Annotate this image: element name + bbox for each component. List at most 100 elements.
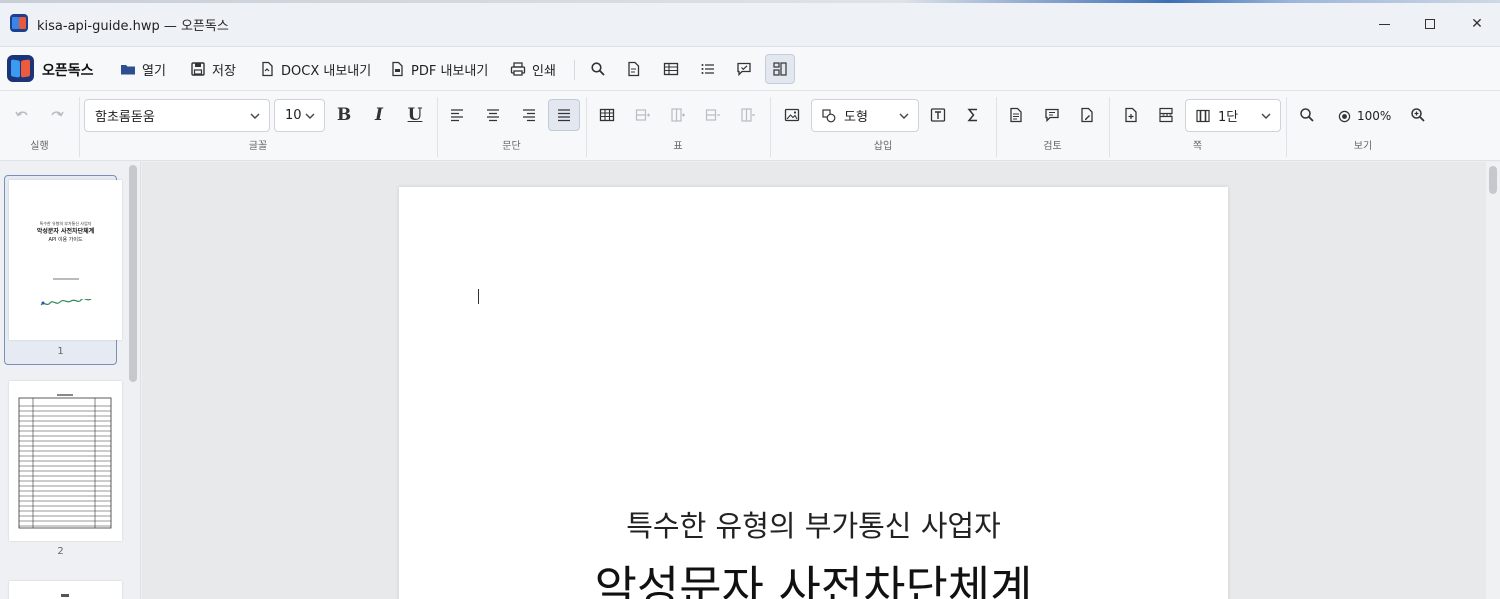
insert-column-button[interactable] [663, 100, 693, 130]
comment-check-icon [737, 62, 751, 77]
layout-toggle-button[interactable] [765, 54, 795, 84]
group-label-run: 실행 [30, 141, 49, 152]
document-title: 악성문자 사전차단체계 [594, 561, 1033, 599]
chevron-down-icon [899, 113, 909, 119]
export-pdf-button[interactable]: PDF 내보내기 [385, 54, 492, 84]
table-icon [663, 62, 679, 76]
document-properties-button[interactable] [619, 54, 649, 84]
doc-export-icon [259, 61, 275, 77]
group-label-page: 쪽 [1192, 141, 1203, 152]
document-subtitle: 특수한 유형의 부가통신 사업자 [626, 509, 1001, 543]
thumbnail-subtitle: 특수한 유형의 부가통신 사업자 [39, 221, 92, 226]
document-edit-icon [628, 61, 640, 77]
zoom-in-icon [1411, 108, 1425, 122]
group-label-table: 표 [673, 141, 683, 152]
redo-button[interactable] [42, 100, 72, 130]
columns-select[interactable]: 1단 [1185, 99, 1281, 132]
delete-row-button[interactable] [698, 100, 728, 130]
align-left-button[interactable] [442, 100, 472, 130]
app-logo-icon [10, 14, 28, 32]
save-button[interactable]: 저장 [186, 54, 240, 84]
comment-button[interactable] [729, 54, 759, 84]
align-left-icon [451, 109, 463, 122]
column-insert-icon [671, 108, 685, 122]
thumbnail-page-3[interactable] [9, 581, 122, 599]
zoom-in-button[interactable] [1403, 100, 1433, 130]
group-label-review: 검토 [1043, 141, 1062, 152]
insert-equation-button[interactable] [958, 100, 988, 130]
font-name-select[interactable]: 함초롬돋움 [84, 99, 270, 132]
align-justify-button[interactable] [548, 99, 580, 131]
group-label-paragraph: 문단 [502, 141, 521, 152]
insert-row-button[interactable] [628, 100, 658, 130]
toolbar-separator [574, 60, 575, 80]
bold-button[interactable]: B [329, 100, 359, 130]
close-button[interactable]: ✕ [1457, 10, 1497, 38]
add-comment-button[interactable] [1037, 100, 1067, 130]
zoom-level[interactable]: 100% [1338, 109, 1391, 123]
text-cursor [478, 289, 479, 304]
insert-image-button[interactable] [777, 100, 807, 130]
layout-panels-icon [773, 62, 787, 76]
sigma-icon [967, 108, 977, 122]
thumbnail-title: 악성문자 사전차단체계 [36, 228, 95, 235]
thumbnail-page-2[interactable] [9, 381, 122, 541]
align-right-button[interactable] [514, 100, 544, 130]
title-bar: kisa-api-guide.hwp — 오픈독스 ✕ [0, 0, 1500, 47]
align-center-button[interactable] [478, 100, 508, 130]
review-document-button[interactable] [1001, 100, 1031, 130]
chevron-down-icon [1261, 113, 1271, 119]
table-view-button[interactable] [656, 54, 686, 84]
export-docx-button[interactable]: DOCX 내보내기 [255, 54, 375, 84]
brand-logo-icon [7, 55, 34, 82]
font-size-select[interactable]: 10 [274, 99, 325, 132]
zoom-reset-icon [1338, 110, 1351, 122]
thumbnail-date-line [53, 278, 79, 280]
ribbon: 실행 함초롬돋움 10 B I U 글꼴 문단 표 도형 삽입 검토 1단 쪽 … [0, 91, 1500, 161]
page-add-icon [1125, 107, 1137, 123]
print-button[interactable]: 인쇄 [506, 54, 560, 84]
page-setup-button[interactable] [1116, 100, 1146, 130]
zoom-out-icon [1300, 108, 1314, 122]
folder-icon [120, 61, 136, 77]
shape-select[interactable]: 도형 [811, 99, 919, 132]
document-pen-icon [1081, 107, 1093, 123]
table-icon [599, 108, 615, 122]
align-justify-icon [558, 109, 570, 122]
image-icon [784, 108, 800, 122]
minimize-button[interactable] [1364, 10, 1404, 38]
document-scroll-track[interactable] [1486, 162, 1500, 599]
track-changes-button[interactable] [1072, 100, 1102, 130]
maximize-button[interactable] [1410, 10, 1450, 38]
column-delete-icon [741, 108, 755, 122]
zoom-out-button[interactable] [1292, 100, 1322, 130]
main-toolbar: 오픈독스 열기 저장 DOCX 내보내기 PDF 내보내기 인쇄 [0, 47, 1500, 91]
group-label-insert: 삽입 [873, 141, 893, 152]
pdf-export-icon [389, 61, 405, 77]
insert-table-button[interactable] [592, 100, 622, 130]
undo-button[interactable] [7, 100, 37, 130]
group-label-font: 글꼴 [248, 141, 268, 152]
window-title: kisa-api-guide.hwp — 오픈독스 [37, 19, 229, 34]
search-icon [591, 62, 605, 76]
group-label-view: 보기 [1353, 141, 1373, 152]
underline-button[interactable]: U [400, 100, 430, 130]
insert-textbox-button[interactable] [923, 100, 953, 130]
page-break-icon [1159, 107, 1173, 123]
document-scrollbar-thumb[interactable] [1489, 166, 1497, 194]
thumbnail-title-2: API 이용 가이드 [48, 237, 83, 243]
align-right-icon [523, 109, 535, 122]
textbox-icon [930, 108, 946, 122]
delete-column-button[interactable] [733, 100, 763, 130]
thumbnail-scrollbar[interactable] [129, 165, 137, 382]
italic-button[interactable]: I [364, 100, 394, 130]
open-button[interactable]: 열기 [116, 54, 170, 84]
align-center-icon [487, 109, 499, 122]
list-button[interactable] [693, 54, 723, 84]
brand-name: 오픈독스 [42, 63, 94, 79]
row-delete-icon [705, 109, 720, 121]
save-icon [190, 61, 206, 77]
page-break-button[interactable] [1151, 100, 1181, 130]
find-button[interactable] [583, 54, 613, 84]
maximize-icon [1425, 19, 1435, 29]
